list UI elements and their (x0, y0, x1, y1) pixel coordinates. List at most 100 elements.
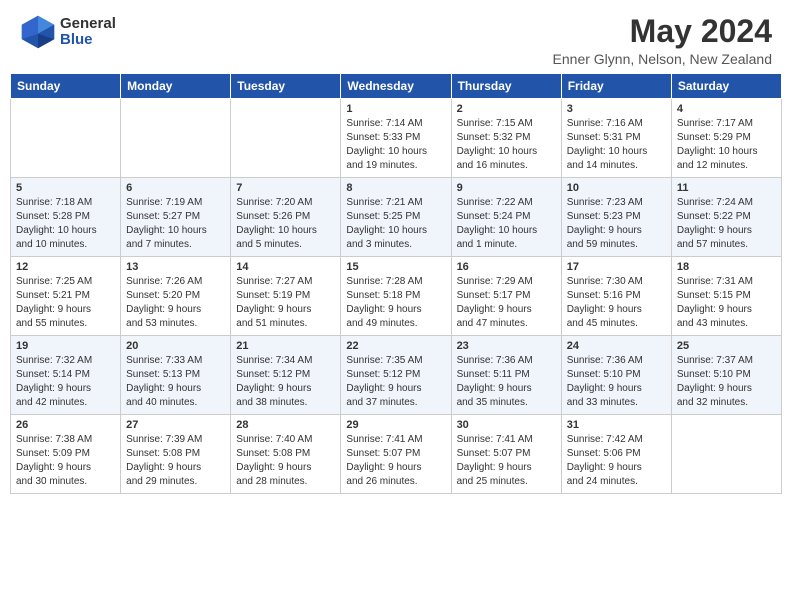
day-number: 2 (457, 103, 556, 115)
calendar-table: SundayMondayTuesdayWednesdayThursdayFrid… (10, 73, 782, 494)
calendar-week-4: 19 Sunrise: 7:32 AM Sunset: 5:14 PM Dayli… (11, 336, 782, 415)
col-header-saturday: Saturday (671, 74, 781, 99)
day-info: Sunrise: 7:24 AM Sunset: 5:22 PM Dayligh… (677, 196, 776, 252)
header: General Blue May 2024 Enner Glynn, Nelso… (0, 0, 792, 73)
day-info: Sunrise: 7:31 AM Sunset: 5:15 PM Dayligh… (677, 275, 776, 331)
day-number: 16 (457, 261, 556, 273)
day-info: Sunrise: 7:34 AM Sunset: 5:12 PM Dayligh… (236, 354, 335, 410)
day-number: 13 (126, 261, 225, 273)
calendar-cell: 28Sunrise: 7:40 AM Sunset: 5:08 PM Dayli… (231, 415, 341, 494)
calendar-cell: 6Sunrise: 7:19 AM Sunset: 5:27 PM Daylig… (121, 178, 231, 257)
day-info: Sunrise: 7:17 AM Sunset: 5:29 PM Dayligh… (677, 117, 776, 173)
day-number: 25 (677, 340, 776, 352)
day-info: Sunrise: 7:38 AM Sunset: 5:09 PM Dayligh… (16, 433, 115, 489)
calendar-cell: 23 Sunrise: 7:36 AM Sunset: 5:11 PM Dayli… (451, 336, 561, 415)
day-info: Sunrise: 7:42 AM Sunset: 5:06 PM Dayligh… (567, 433, 666, 489)
day-number: 19 (16, 340, 115, 352)
calendar-cell (671, 415, 781, 494)
day-info: Sunrise: 7:22 AM Sunset: 5:24 PM Dayligh… (457, 196, 556, 252)
day-info: Sunrise: 7:23 AM Sunset: 5:23 PM Dayligh… (567, 196, 666, 252)
day-number: 15 (346, 261, 445, 273)
calendar-cell: 1Sunrise: 7:14 AM Sunset: 5:33 PM Daylig… (341, 99, 451, 178)
calendar-cell: 4 Sunrise: 7:17 AM Sunset: 5:29 PM Daylig… (671, 99, 781, 178)
page: General Blue May 2024 Enner Glynn, Nelso… (0, 0, 792, 494)
day-info: Sunrise: 7:28 AM Sunset: 5:18 PM Dayligh… (346, 275, 445, 331)
calendar-cell: 25 Sunrise: 7:37 AM Sunset: 5:10 PM Dayli… (671, 336, 781, 415)
day-info: Sunrise: 7:16 AM Sunset: 5:31 PM Dayligh… (567, 117, 666, 173)
day-number: 21 (236, 340, 335, 352)
day-info: Sunrise: 7:20 AM Sunset: 5:26 PM Dayligh… (236, 196, 335, 252)
calendar-cell: 26 Sunrise: 7:38 AM Sunset: 5:09 PM Dayli… (11, 415, 121, 494)
day-number: 29 (346, 419, 445, 431)
calendar-cell (121, 99, 231, 178)
logo-blue-text: Blue (60, 32, 116, 49)
calendar-cell: 16 Sunrise: 7:29 AM Sunset: 5:17 PM Dayli… (451, 257, 561, 336)
day-number: 9 (457, 182, 556, 194)
day-info: Sunrise: 7:30 AM Sunset: 5:16 PM Dayligh… (567, 275, 666, 331)
calendar-cell: 31 Sunrise: 7:42 AM Sunset: 5:06 PM Dayli… (561, 415, 671, 494)
calendar-cell (11, 99, 121, 178)
day-number: 5 (16, 182, 115, 194)
col-header-tuesday: Tuesday (231, 74, 341, 99)
col-header-thursday: Thursday (451, 74, 561, 99)
calendar-cell: 13 Sunrise: 7:26 AM Sunset: 5:20 PM Dayli… (121, 257, 231, 336)
day-number: 27 (126, 419, 225, 431)
col-header-monday: Monday (121, 74, 231, 99)
day-info: Sunrise: 7:41 AM Sunset: 5:07 PM Dayligh… (457, 433, 556, 489)
day-info: Sunrise: 7:25 AM Sunset: 5:21 PM Dayligh… (16, 275, 115, 331)
day-info: Sunrise: 7:29 AM Sunset: 5:17 PM Dayligh… (457, 275, 556, 331)
day-number: 18 (677, 261, 776, 273)
day-number: 26 (16, 419, 115, 431)
calendar-cell: 18 Sunrise: 7:31 AM Sunset: 5:15 PM Dayli… (671, 257, 781, 336)
location-title: Enner Glynn, Nelson, New Zealand (553, 51, 772, 67)
calendar-cell: 20 Sunrise: 7:33 AM Sunset: 5:13 PM Dayli… (121, 336, 231, 415)
calendar-cell: 5 Sunrise: 7:18 AM Sunset: 5:28 PM Daylig… (11, 178, 121, 257)
calendar-week-2: 5 Sunrise: 7:18 AM Sunset: 5:28 PM Daylig… (11, 178, 782, 257)
day-number: 28 (236, 419, 335, 431)
day-number: 4 (677, 103, 776, 115)
day-number: 1 (346, 103, 445, 115)
calendar-cell: 9 Sunrise: 7:22 AM Sunset: 5:24 PM Daylig… (451, 178, 561, 257)
calendar-cell: 2 Sunrise: 7:15 AM Sunset: 5:32 PM Daylig… (451, 99, 561, 178)
col-header-wednesday: Wednesday (341, 74, 451, 99)
calendar-cell: 3 Sunrise: 7:16 AM Sunset: 5:31 PM Daylig… (561, 99, 671, 178)
day-number: 14 (236, 261, 335, 273)
calendar-cell: 30Sunrise: 7:41 AM Sunset: 5:07 PM Dayli… (451, 415, 561, 494)
month-title: May 2024 (553, 14, 772, 49)
day-info: Sunrise: 7:41 AM Sunset: 5:07 PM Dayligh… (346, 433, 445, 489)
day-info: Sunrise: 7:27 AM Sunset: 5:19 PM Dayligh… (236, 275, 335, 331)
day-number: 23 (457, 340, 556, 352)
calendar-cell: 7Sunrise: 7:20 AM Sunset: 5:26 PM Daylig… (231, 178, 341, 257)
calendar-cell: 27 Sunrise: 7:39 AM Sunset: 5:08 PM Dayli… (121, 415, 231, 494)
day-info: Sunrise: 7:36 AM Sunset: 5:11 PM Dayligh… (457, 354, 556, 410)
calendar-cell (231, 99, 341, 178)
day-number: 20 (126, 340, 225, 352)
logo-general-text: General (60, 16, 116, 33)
day-info: Sunrise: 7:36 AM Sunset: 5:10 PM Dayligh… (567, 354, 666, 410)
day-number: 8 (346, 182, 445, 194)
day-info: Sunrise: 7:39 AM Sunset: 5:08 PM Dayligh… (126, 433, 225, 489)
day-number: 17 (567, 261, 666, 273)
day-number: 10 (567, 182, 666, 194)
logo: General Blue (20, 14, 116, 50)
day-info: Sunrise: 7:15 AM Sunset: 5:32 PM Dayligh… (457, 117, 556, 173)
day-number: 22 (346, 340, 445, 352)
day-info: Sunrise: 7:32 AM Sunset: 5:14 PM Dayligh… (16, 354, 115, 410)
day-number: 3 (567, 103, 666, 115)
day-info: Sunrise: 7:33 AM Sunset: 5:13 PM Dayligh… (126, 354, 225, 410)
calendar-cell: 29 Sunrise: 7:41 AM Sunset: 5:07 PM Dayli… (341, 415, 451, 494)
day-number: 11 (677, 182, 776, 194)
calendar-cell: 17 Sunrise: 7:30 AM Sunset: 5:16 PM Dayli… (561, 257, 671, 336)
calendar-cell: 22Sunrise: 7:35 AM Sunset: 5:12 PM Dayli… (341, 336, 451, 415)
logo-icon (20, 14, 56, 50)
day-number: 12 (16, 261, 115, 273)
day-info: Sunrise: 7:18 AM Sunset: 5:28 PM Dayligh… (16, 196, 115, 252)
calendar-week-3: 12 Sunrise: 7:25 AM Sunset: 5:21 PM Dayli… (11, 257, 782, 336)
title-block: May 2024 Enner Glynn, Nelson, New Zealan… (553, 14, 772, 67)
calendar-cell: 21 Sunrise: 7:34 AM Sunset: 5:12 PM Dayli… (231, 336, 341, 415)
day-number: 31 (567, 419, 666, 431)
day-info: Sunrise: 7:26 AM Sunset: 5:20 PM Dayligh… (126, 275, 225, 331)
day-number: 24 (567, 340, 666, 352)
day-info: Sunrise: 7:37 AM Sunset: 5:10 PM Dayligh… (677, 354, 776, 410)
calendar-cell: 10 Sunrise: 7:23 AM Sunset: 5:23 PM Dayli… (561, 178, 671, 257)
